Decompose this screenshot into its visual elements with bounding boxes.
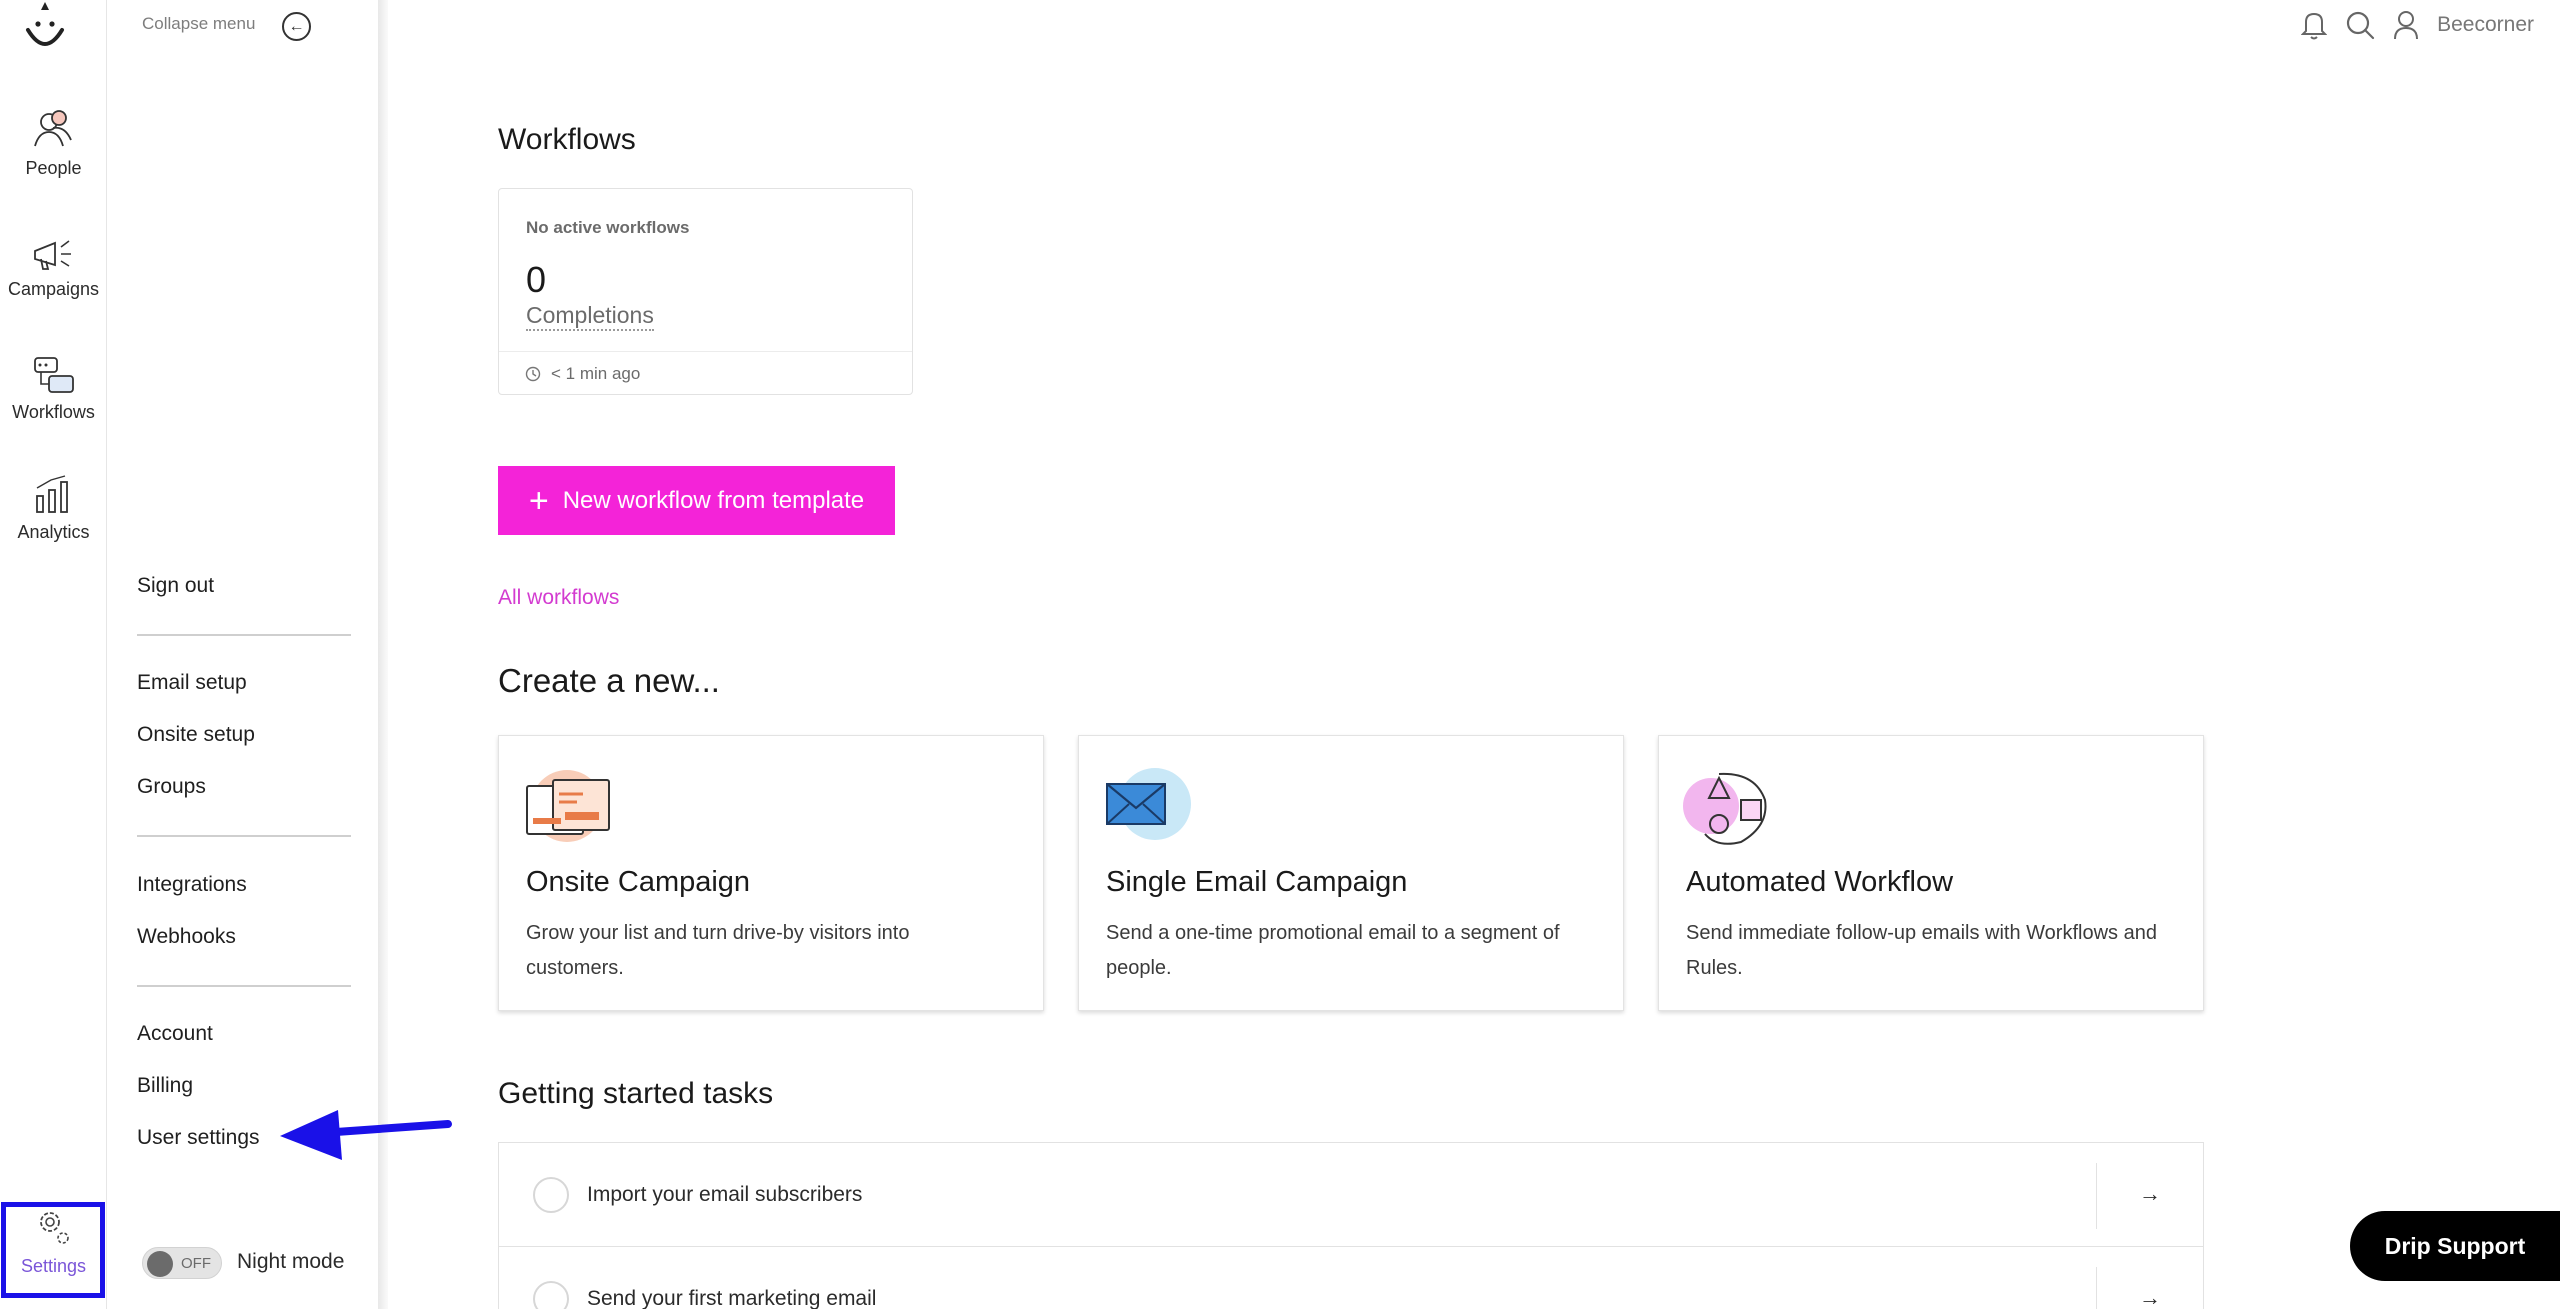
menu-account[interactable]: Account (137, 1022, 213, 1046)
analytics-icon (35, 475, 68, 513)
card-description: Send immediate follow-up emails with Wor… (1686, 922, 2157, 979)
onsite-campaign-icon (526, 770, 610, 842)
all-workflows-link[interactable]: All workflows (498, 586, 619, 610)
rail-item-workflows[interactable]: Workflows (0, 354, 107, 423)
rail-label-analytics: Analytics (17, 522, 90, 542)
drip-support-button[interactable]: Drip Support (2350, 1211, 2560, 1281)
clock-icon (525, 366, 541, 382)
card-title: Automated Workflow (1686, 866, 1954, 898)
search-icon[interactable] (2345, 10, 2375, 40)
bell-icon[interactable] (2301, 10, 2328, 40)
task-label: Import your email subscribers (587, 1183, 863, 1206)
user-icon[interactable] (2393, 10, 2419, 40)
task-checkbox[interactable] (533, 1177, 569, 1213)
card-title: Onsite Campaign (526, 866, 751, 898)
collapse-menu-button[interactable]: Collapse menu (142, 14, 255, 34)
arrow-right-icon[interactable]: → (2139, 1285, 2161, 1309)
workflow-stats-card: No active workflows 0 Completions < 1 mi… (498, 188, 913, 395)
automation-shapes-icon (1683, 772, 1767, 845)
night-mode-toggle[interactable]: OFF (142, 1247, 222, 1279)
getting-started-heading: Getting started tasks (498, 1077, 774, 1110)
toggle-state: OFF (181, 1255, 211, 1272)
menu-user-settings[interactable]: User settings (137, 1126, 260, 1150)
menu-email-setup[interactable]: Email setup (137, 671, 247, 695)
task-separator (2096, 1163, 2097, 1229)
stat-card-footer: < 1 min ago (499, 351, 912, 396)
menu-webhooks[interactable]: Webhooks (137, 925, 236, 949)
last-updated: < 1 min ago (551, 364, 641, 383)
drip-logo-icon[interactable] (22, 0, 68, 56)
envelope-icon (1106, 768, 1191, 840)
task-row[interactable]: Send your first marketing email → (499, 1247, 2203, 1309)
settings-highlight-box (1, 1202, 105, 1298)
single-email-campaign-card[interactable]: Single Email Campaign Send a one-time pr… (1078, 735, 1624, 1011)
task-row[interactable]: Import your email subscribers → (499, 1143, 2203, 1247)
rail-item-campaigns[interactable]: Campaigns (0, 233, 107, 300)
task-label: Send your first marketing email (587, 1287, 877, 1309)
menu-billing[interactable]: Billing (137, 1074, 193, 1098)
arrow-right-icon[interactable]: → (2139, 1181, 2161, 1207)
collapse-menu-label: Collapse menu (142, 14, 256, 33)
menu-onsite-setup[interactable]: Onsite setup (137, 723, 255, 747)
task-separator (2096, 1267, 2097, 1309)
card-description: Send a one-time promotional email to a s… (1106, 922, 1560, 979)
automated-workflow-card[interactable]: Automated Workflow Send immediate follow… (1658, 735, 2204, 1011)
rail-label-workflows: Workflows (12, 402, 95, 422)
workflow-icon (33, 357, 74, 393)
completions-count: 0 (526, 259, 547, 300)
rail-item-people[interactable]: People (0, 106, 107, 179)
card-title: Single Email Campaign (1106, 866, 1408, 898)
task-checkbox[interactable] (533, 1281, 569, 1309)
menu-sign-out[interactable]: Sign out (137, 574, 214, 598)
account-name[interactable]: Beecorner (2437, 13, 2534, 37)
megaphone-icon (33, 240, 71, 270)
onsite-campaign-card[interactable]: Onsite Campaign Grow your list and turn … (498, 735, 1044, 1011)
rail-item-analytics[interactable]: Analytics (0, 474, 107, 543)
menu-divider (137, 634, 351, 636)
rail-label-campaigns: Campaigns (7, 279, 100, 299)
workflows-heading: Workflows (498, 123, 636, 156)
create-new-heading: Create a new... (498, 662, 720, 699)
card-description: Grow your list and turn drive-by visitor… (526, 922, 910, 979)
menu-groups[interactable]: Groups (137, 775, 206, 799)
top-bar: Beecorner (2301, 10, 2534, 40)
rail-label-people: People (25, 158, 82, 178)
menu-divider (137, 985, 351, 987)
workflow-status: No active workflows (526, 218, 690, 237)
people-icon (33, 110, 72, 147)
new-workflow-label: New workflow from template (562, 486, 865, 514)
menu-integrations[interactable]: Integrations (137, 873, 247, 897)
new-workflow-from-template-button[interactable]: + New workflow from template (498, 466, 895, 535)
completions-label[interactable]: Completions (526, 301, 654, 331)
night-mode-label: Night mode (237, 1250, 345, 1273)
getting-started-task-list: Import your email subscribers → Send you… (498, 1142, 2204, 1309)
menu-divider (137, 835, 351, 837)
icon-rail: People Campaigns Workflows Analytics Set… (0, 0, 107, 1309)
annotation-arrow-icon (280, 1110, 452, 1160)
toggle-knob (147, 1251, 173, 1277)
plus-icon: + (528, 481, 549, 520)
arrow-left-circle-icon[interactable]: ← (282, 12, 311, 41)
